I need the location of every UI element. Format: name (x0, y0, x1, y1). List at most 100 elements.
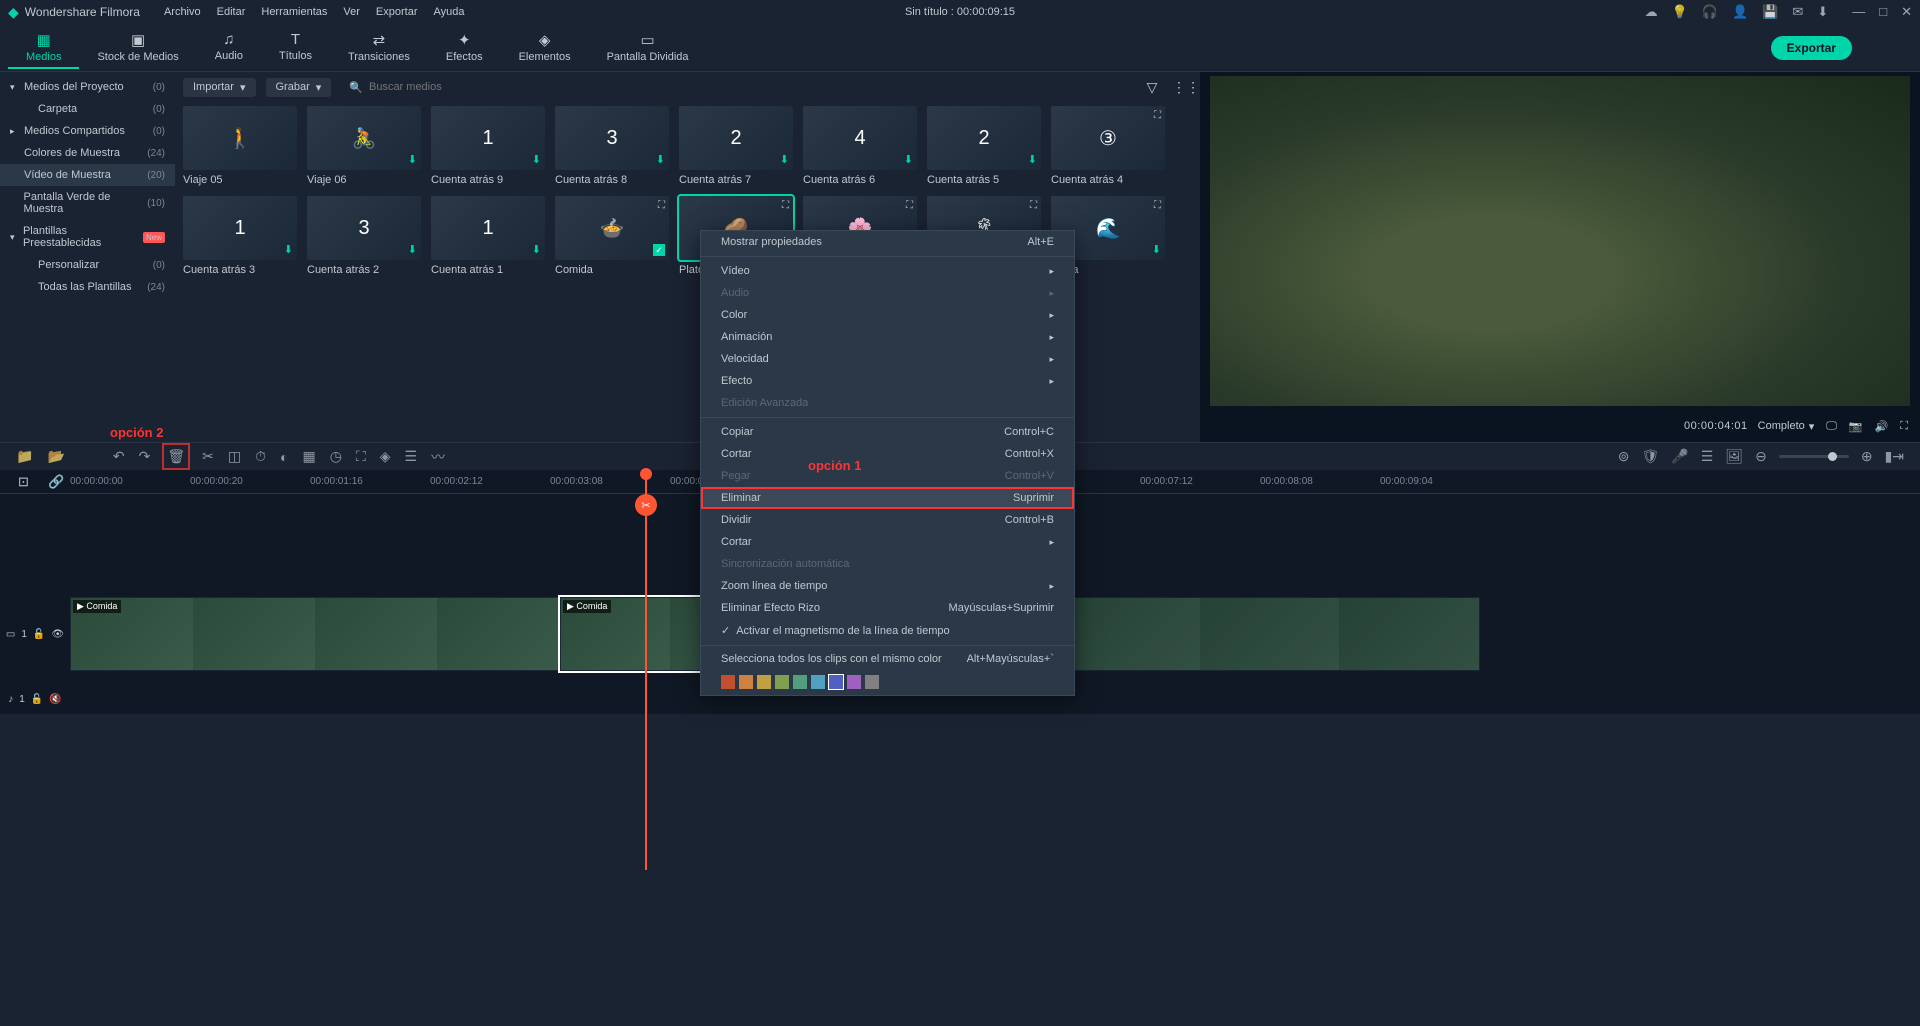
tab-elementos[interactable]: ◈Elementos (501, 27, 589, 69)
sidebar-item[interactable]: ▾Plantillas PreestablecidasNew (0, 220, 175, 254)
lock-icon[interactable]: 🔓 (31, 694, 43, 705)
camera-icon[interactable]: 📷 (1849, 420, 1863, 433)
redo-icon[interactable]: ↷ (139, 448, 151, 465)
sidebar-item[interactable]: Colores de Muestra(24) (0, 142, 175, 164)
mail-icon[interactable]: ✉ (1792, 4, 1803, 20)
playhead[interactable]: ✂ (645, 470, 647, 870)
sidebar-item[interactable]: ▸Medios Compartidos(0) (0, 120, 175, 142)
headset-icon[interactable]: 🎧 (1702, 4, 1718, 20)
download-icon[interactable]: ⬇ (408, 153, 417, 166)
tab-medios[interactable]: ▦Medios (8, 27, 79, 69)
context-menu-item[interactable]: Velocidad▸ (701, 348, 1074, 370)
download-icon[interactable]: ⬇ (532, 243, 541, 256)
bulb-icon[interactable]: 💡 (1672, 4, 1688, 20)
preview-canvas[interactable] (1210, 76, 1910, 406)
context-menu-item[interactable]: EliminarSuprimir (701, 487, 1074, 509)
close-icon[interactable]: ✕ (1901, 4, 1912, 20)
sidebar-item[interactable]: Personalizar(0) (0, 254, 175, 276)
media-thumb[interactable]: 3⬇ (307, 196, 421, 260)
media-thumb[interactable]: 2⬇ (927, 106, 1041, 170)
download-icon[interactable]: ⬇ (532, 153, 541, 166)
expand-icon[interactable]: ⛶ (1154, 200, 1161, 211)
link-icon[interactable]: 🔗 (48, 474, 64, 490)
tab-pantalla-dividida[interactable]: ▭Pantalla Dividida (589, 27, 707, 69)
time-icon[interactable]: ◷ (330, 448, 342, 465)
speed-icon[interactable]: ⏱ (255, 448, 266, 465)
sidebar-item[interactable]: ▾Medios del Proyecto(0) (0, 76, 175, 98)
fit-icon[interactable]: ⛶ (356, 448, 366, 465)
download-icon[interactable]: ⬇ (284, 243, 293, 256)
menu-editar[interactable]: Editar (217, 6, 246, 18)
keyframe-icon[interactable]: ◈ (380, 448, 391, 465)
undo-icon[interactable]: ↶ (113, 448, 125, 465)
marker-icon[interactable]: 🛡 (1642, 448, 1660, 465)
media-item[interactable]: 🚴⬇Viaje 06 (307, 106, 421, 186)
download-icon[interactable]: ⬇ (408, 243, 417, 256)
cloud-icon[interactable]: ☁ (1645, 4, 1658, 20)
media-item[interactable]: 4⬇Cuenta atrás 6 (803, 106, 917, 186)
tab-transiciones[interactable]: ⇄Transiciones (330, 27, 428, 69)
maximize-icon[interactable]: □ (1879, 4, 1887, 20)
media-thumb[interactable]: 🚴⬇ (307, 106, 421, 170)
track-audio-icon[interactable]: ♪ (8, 694, 13, 705)
media-thumb[interactable]: 3⬇ (555, 106, 669, 170)
crop-icon[interactable]: ◫ (228, 448, 241, 465)
media-item[interactable]: 1⬇Cuenta atrás 1 (431, 196, 545, 276)
import-dropdown[interactable]: Importar ▾ (183, 78, 256, 97)
tab-títulos[interactable]: TTítulos (261, 27, 330, 69)
menu-archivo[interactable]: Archivo (164, 6, 201, 18)
menu-herramientas[interactable]: Herramientas (261, 6, 327, 18)
media-item[interactable]: 2⬇Cuenta atrás 5 (927, 106, 1041, 186)
zoom-out-icon[interactable]: ⊖ (1755, 448, 1767, 465)
context-menu-item[interactable]: Cortar▸ (701, 531, 1074, 553)
download-icon[interactable]: ⬇ (1028, 153, 1037, 166)
color-swatch[interactable] (865, 675, 879, 689)
media-thumb[interactable]: ③⛶ (1051, 106, 1165, 170)
media-thumb[interactable]: 🚶 (183, 106, 297, 170)
expand-icon[interactable]: ⛶ (658, 200, 665, 211)
quality-dropdown[interactable]: Completo ▾ (1758, 420, 1815, 433)
scissors-icon[interactable]: ✂ (635, 494, 657, 516)
track-video-icon[interactable]: ▭ (6, 629, 15, 640)
media-thumb[interactable]: 1⬇ (183, 196, 297, 260)
context-menu-item[interactable]: Vídeo▸ (701, 260, 1074, 282)
download-icon[interactable]: ⬇ (656, 153, 665, 166)
context-menu-item[interactable]: ✓Activar el magnetismo de la línea de ti… (701, 619, 1074, 642)
context-menu-item[interactable]: Efecto▸ (701, 370, 1074, 392)
color-swatch[interactable] (811, 675, 825, 689)
media-thumb[interactable]: 2⬇ (679, 106, 793, 170)
search-input[interactable] (369, 81, 1124, 93)
expand-icon[interactable]: ⛶ (782, 200, 789, 211)
color-icon[interactable]: ◐ (280, 449, 288, 465)
context-menu-item[interactable]: Animación▸ (701, 326, 1074, 348)
media-item[interactable]: 3⬇Cuenta atrás 2 (307, 196, 421, 276)
zoom-slider[interactable] (1779, 455, 1849, 458)
color-swatch[interactable] (829, 675, 843, 689)
filter-icon[interactable]: ▽ (1142, 79, 1162, 96)
tab-efectos[interactable]: ✦Efectos (428, 27, 501, 69)
media-item[interactable]: 1⬇Cuenta atrás 3 (183, 196, 297, 276)
user-icon[interactable]: 👤 (1732, 4, 1748, 20)
fullscreen-icon[interactable]: ⛶ (1900, 420, 1908, 433)
color-swatch[interactable] (793, 675, 807, 689)
mute-icon[interactable]: 🔇 (49, 694, 61, 705)
expand-icon[interactable]: ⛶ (1154, 110, 1161, 121)
media-thumb[interactable]: 4⬇ (803, 106, 917, 170)
color-swatch[interactable] (721, 675, 735, 689)
menu-exportar[interactable]: Exportar (376, 6, 418, 18)
cut-icon[interactable]: ✂ (202, 448, 214, 465)
download-icon[interactable]: ⬇ (904, 153, 913, 166)
monitor-icon[interactable]: 🖵 (1826, 420, 1837, 433)
media-item[interactable]: 🍲⛶✓Comida (555, 196, 669, 276)
color-swatch[interactable] (775, 675, 789, 689)
sidebar-item[interactable]: Vídeo de Muestra(20) (0, 164, 175, 186)
save-icon[interactable]: 💾 (1762, 4, 1778, 20)
color-swatch[interactable] (847, 675, 861, 689)
media-item[interactable]: 1⬇Cuenta atrás 9 (431, 106, 545, 186)
media-item[interactable]: ③⛶Cuenta atrás 4 (1051, 106, 1165, 186)
volume-icon[interactable]: 🔊 (1875, 420, 1889, 433)
download-icon[interactable]: ⬇ (1152, 243, 1161, 256)
menu-ver[interactable]: Ver (343, 6, 360, 18)
color-swatch[interactable] (757, 675, 771, 689)
grid-view-icon[interactable]: ⋮⋮⋮ (1172, 79, 1192, 96)
